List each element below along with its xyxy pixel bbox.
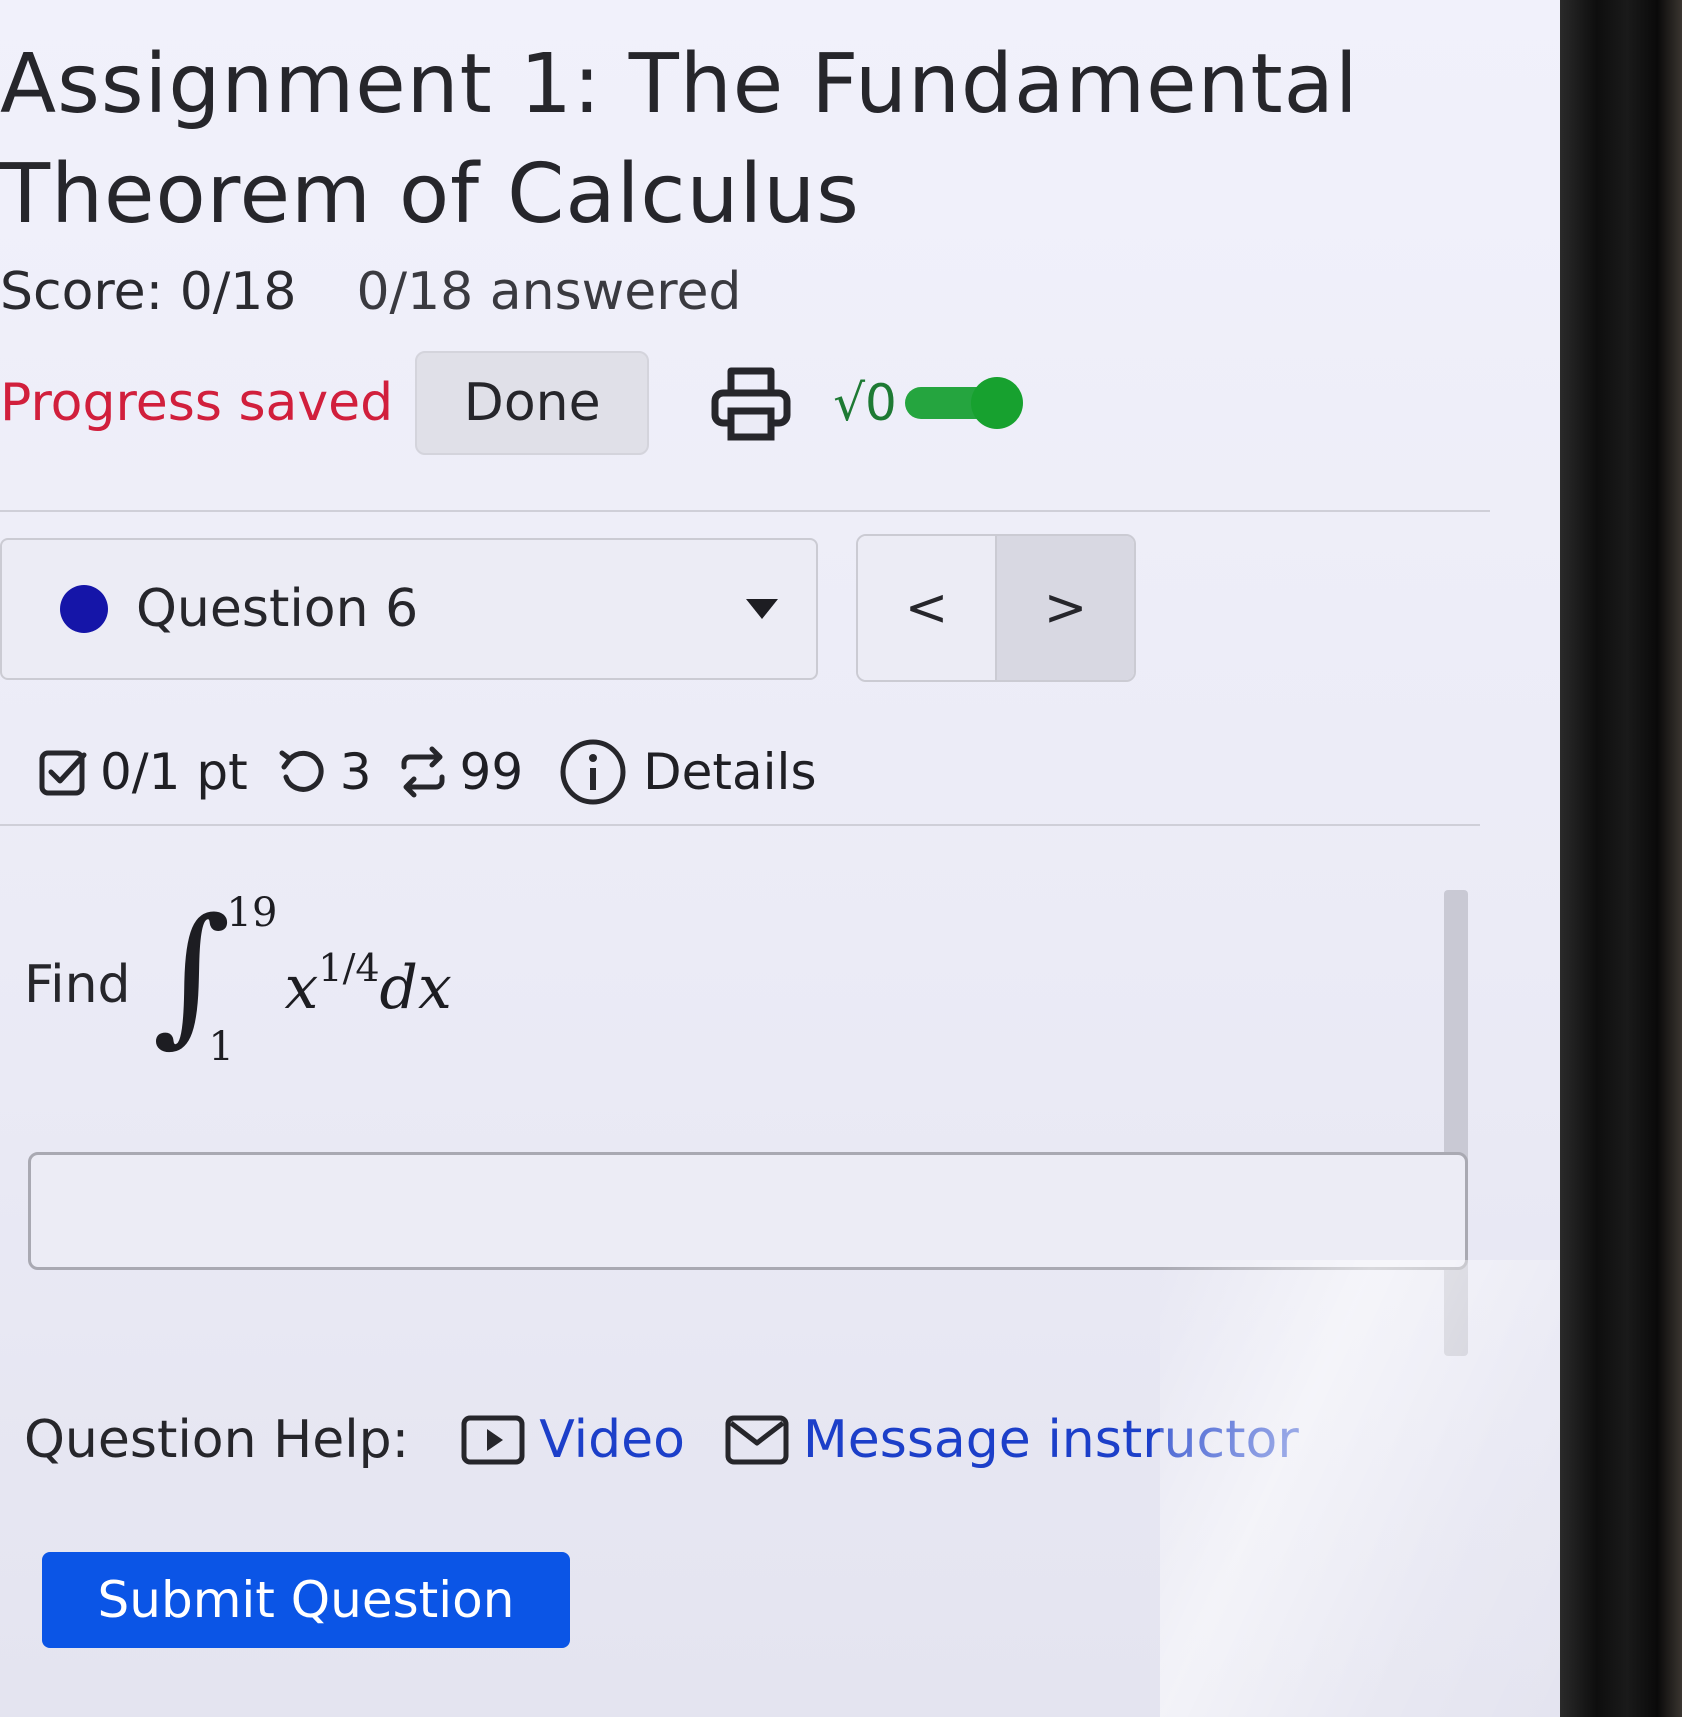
meta-divider xyxy=(0,824,1480,826)
math-entry-toggle[interactable] xyxy=(904,377,1025,429)
details-link[interactable]: Details xyxy=(643,743,816,801)
assignment-title: Assignment 1: The Fundamental Theorem of… xyxy=(0,37,1359,242)
video-link[interactable]: Video xyxy=(461,1410,685,1470)
assignment-toolbar: Progress saved Done √0 xyxy=(0,348,1025,458)
question-help-label: Question Help: xyxy=(24,1410,410,1470)
retries-count: 3 xyxy=(339,743,372,801)
caret-down-icon xyxy=(746,599,778,619)
video-play-icon xyxy=(461,1415,525,1465)
problem-statement: Find ∫ 19 1 x1/4dx xyxy=(24,890,513,1080)
score-row: Score: 0/18 0/18 answered xyxy=(0,262,741,322)
repeat-icon xyxy=(401,746,445,798)
submit-question-button[interactable]: Submit Question xyxy=(42,1552,570,1648)
question-meta: 0/1 pt 3 99 Details xyxy=(36,734,817,810)
question-body: Find ∫ 19 1 x1/4dx xyxy=(0,890,1470,1366)
upper-limit: 19 xyxy=(226,890,278,936)
undo-icon xyxy=(279,750,324,792)
question-status-dot xyxy=(60,585,108,633)
mail-icon xyxy=(725,1415,789,1465)
message-instructor-label: Message instructor xyxy=(802,1410,1299,1470)
differential: dx xyxy=(379,953,452,1023)
answer-input[interactable] xyxy=(28,1152,1468,1270)
integrand-exponent: 1/4 xyxy=(318,946,380,990)
done-button[interactable]: Done xyxy=(415,351,650,455)
math-entry-label: √0 xyxy=(833,374,897,432)
versions-count: 99 xyxy=(459,743,524,801)
question-nav: < > xyxy=(856,534,1136,682)
info-icon[interactable] xyxy=(559,738,627,806)
device-bezel xyxy=(1560,0,1682,1717)
message-instructor-link[interactable]: Message instructor xyxy=(725,1410,1299,1470)
next-question-button[interactable]: > xyxy=(995,536,1134,680)
toggle-knob xyxy=(970,377,1023,429)
integral-expression: ∫ 19 1 x1/4dx xyxy=(153,890,513,1080)
screen: Assignment 1: The Fundamental Theorem of… xyxy=(0,0,1560,1717)
scrollbar[interactable] xyxy=(1444,890,1468,1356)
progress-status: Progress saved xyxy=(0,373,394,433)
question-select-label: Question 6 xyxy=(136,579,419,639)
integrand: x1/4dx xyxy=(284,946,452,1023)
header-divider xyxy=(0,510,1490,512)
points-text: 0/1 pt xyxy=(100,743,248,801)
checkbox-icon xyxy=(39,750,87,796)
problem-prompt: Find xyxy=(24,955,131,1015)
question-select[interactable]: Question 6 xyxy=(0,538,818,680)
integrand-base: x xyxy=(284,953,319,1023)
score-text: Score: 0/18 xyxy=(0,262,297,322)
question-help: Question Help: Video Message instructor xyxy=(24,1400,1299,1480)
video-label: Video xyxy=(539,1410,685,1470)
printer-icon[interactable] xyxy=(709,363,793,443)
previous-question-button[interactable]: < xyxy=(858,536,995,680)
answered-count: 0/18 answered xyxy=(356,262,742,322)
lower-limit: 1 xyxy=(208,1024,234,1070)
